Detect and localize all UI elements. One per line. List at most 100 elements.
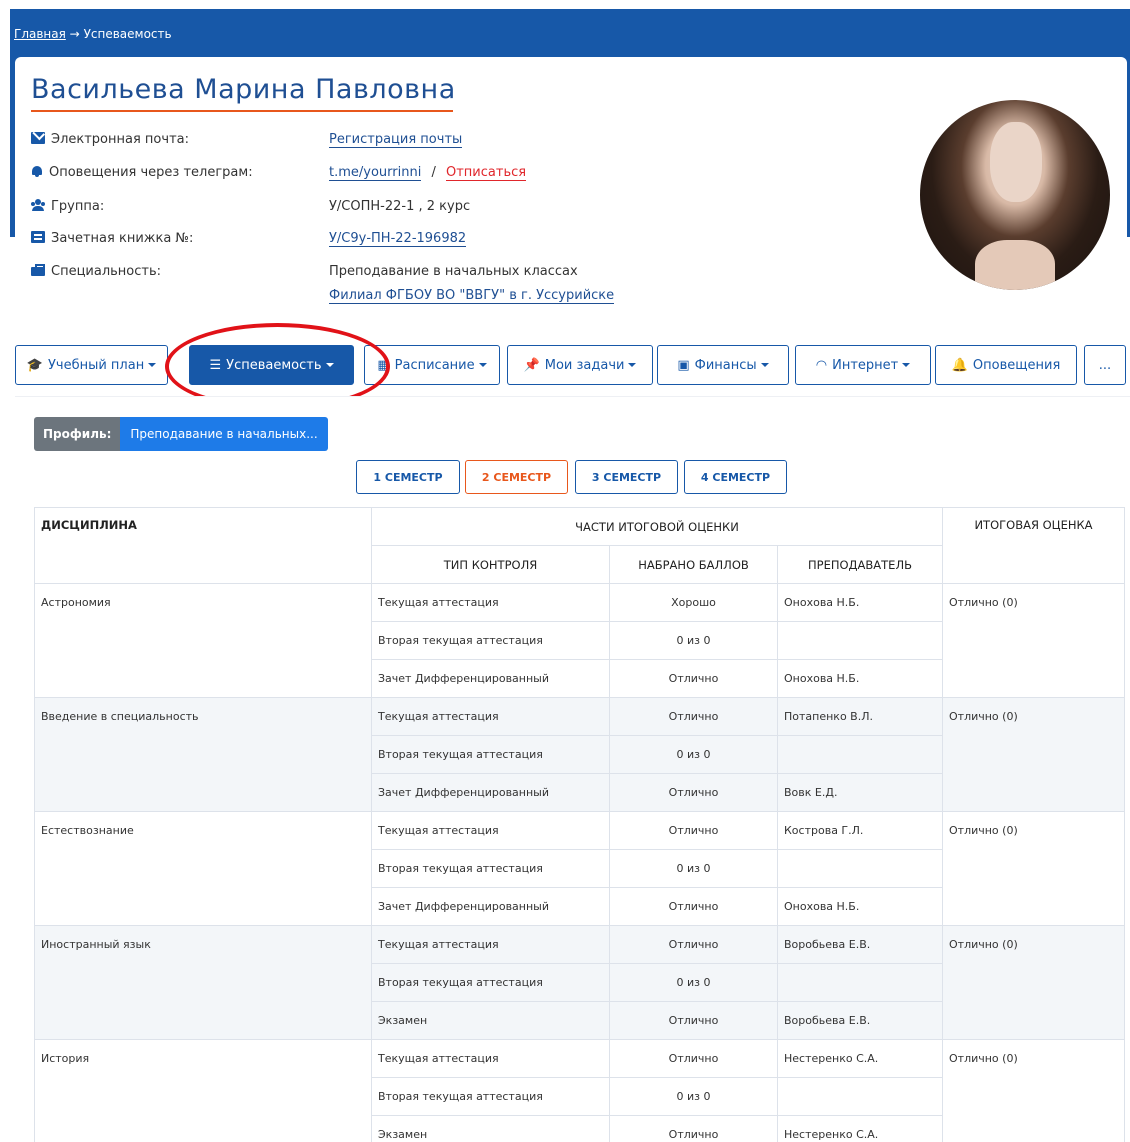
wifi-icon: ◠: [815, 357, 828, 373]
tab-label: Мои задачи: [544, 357, 625, 373]
list-check-icon: ☰: [209, 357, 222, 373]
score: Отлично: [609, 811, 778, 850]
tab-study-plan[interactable]: 🎓 Учебный план: [15, 345, 168, 385]
caret-down-icon: [760, 363, 769, 367]
record-book-link[interactable]: У/С9у-ПН-22-196982: [329, 231, 467, 247]
table-row: Астрономия Текущая аттестация Хорошо Оно…: [34, 583, 1125, 698]
teacher: [777, 621, 943, 660]
breadcrumb-arrow: →: [69, 27, 80, 41]
tab-label: Расписание: [394, 357, 475, 373]
final-grade: Отлично (0): [942, 1039, 1125, 1142]
semester-2-button[interactable]: 2 СЕМЕСТР: [465, 460, 568, 494]
breadcrumb-current: Успеваемость: [83, 27, 172, 41]
breadcrumb-home-link[interactable]: Главная: [14, 27, 66, 41]
header-teacher: ПРЕПОДАВАТЕЛЬ: [777, 545, 943, 584]
record-book-label: Зачетная книжка №:: [51, 231, 194, 246]
caret-down-icon: [628, 363, 637, 367]
teacher: Кострова Г.Л.: [777, 811, 943, 850]
semester-3-button[interactable]: 3 СЕМЕСТР: [575, 460, 678, 494]
discipline-name: Введение в специальность: [34, 697, 372, 812]
profile-selector[interactable]: Профиль: Преподавание в начальных...: [34, 417, 328, 451]
teacher: [777, 963, 943, 1002]
specialty-label: Специальность:: [51, 264, 162, 279]
teacher: [777, 735, 943, 774]
control-type: Текущая аттестация: [371, 583, 610, 622]
teacher: Воробьева Е.В.: [777, 925, 943, 964]
breadcrumb: Главная → Успеваемость: [14, 27, 172, 41]
register-email-link[interactable]: Регистрация почты: [329, 132, 463, 148]
tab-notifications[interactable]: 🔔 Оповещения: [935, 345, 1077, 385]
header-score: НАБРАНО БАЛЛОВ: [609, 545, 778, 584]
performance-panel: Профиль: Преподавание в начальных... 1 С…: [15, 396, 1130, 1142]
student-avatar: [920, 100, 1110, 290]
score: 0 из 0: [609, 849, 778, 888]
teacher: Вовк Е.Д.: [777, 773, 943, 812]
final-grade: Отлично (0): [942, 583, 1125, 698]
discipline-name: История: [34, 1039, 372, 1142]
header-final-grade: ИТОГОВАЯ ОЦЕНКА: [942, 507, 1125, 584]
table-row: Иностранный язык Текущая аттестация Отли…: [34, 925, 1125, 1040]
score: 0 из 0: [609, 621, 778, 660]
discipline-name: Иностранный язык: [34, 925, 372, 1040]
control-type: Вторая текущая аттестация: [371, 1077, 610, 1116]
control-type: Зачет Дифференцированный: [371, 773, 610, 812]
control-type: Вторая текущая аттестация: [371, 963, 610, 1002]
tab-performance[interactable]: ☰ Успеваемость: [189, 345, 354, 385]
telegram-value: t.me/yourrinni / Отписаться: [329, 165, 527, 181]
teacher: [777, 849, 943, 888]
control-type: Экзамен: [371, 1115, 610, 1142]
final-grade: Отлично (0): [942, 925, 1125, 1040]
name-underline: [31, 110, 453, 112]
telegram-link[interactable]: t.me/yourrinni: [329, 165, 422, 181]
envelope-icon: [31, 132, 45, 144]
tab-more[interactable]: ...: [1084, 345, 1126, 385]
caret-down-icon: [902, 363, 911, 367]
tab-label: Учебный план: [47, 357, 145, 373]
teacher: Онохова Н.Б.: [777, 887, 943, 926]
semester-4-button[interactable]: 4 СЕМЕСТР: [684, 460, 787, 494]
teacher: [777, 1077, 943, 1116]
control-type: Зачет Дифференцированный: [371, 887, 610, 926]
telegram-label-row: Оповещения через телеграм:: [31, 165, 253, 180]
discipline-name: Астрономия: [34, 583, 372, 698]
branch-value: Филиал ФГБОУ ВО "ВВГУ" в г. Уссурийске: [329, 288, 615, 304]
email-label-row: Электронная почта:: [31, 132, 189, 147]
tab-internet[interactable]: ◠ Интернет: [795, 345, 931, 385]
final-grade: Отлично (0): [942, 811, 1125, 926]
table-row: История Текущая аттестация Отлично Несте…: [34, 1039, 1125, 1142]
bell-icon: [31, 165, 43, 177]
branch-link[interactable]: Филиал ФГБОУ ВО "ВВГУ" в г. Уссурийске: [329, 288, 615, 304]
tab-my-tasks[interactable]: 📌 Мои задачи: [507, 345, 653, 385]
tab-finance[interactable]: ▣ Финансы: [657, 345, 789, 385]
group-label-row: Группа:: [31, 199, 104, 214]
semester-1-button[interactable]: 1 СЕМЕСТР: [356, 460, 460, 494]
teacher: Нестеренко С.А.: [777, 1039, 943, 1078]
pin-icon: 📌: [523, 357, 540, 373]
control-type: Текущая аттестация: [371, 925, 610, 964]
caret-down-icon: [478, 363, 487, 367]
telegram-separator: /: [431, 165, 436, 180]
control-type: Экзамен: [371, 1001, 610, 1040]
book-icon: [31, 231, 45, 243]
specialty-label-row: Специальность:: [31, 264, 161, 279]
tab-label: Интернет: [832, 357, 899, 373]
money-icon: ▣: [677, 357, 690, 373]
calendar-icon: ▦: [377, 357, 390, 373]
header-discipline: ДИСЦИПЛИНА: [34, 507, 372, 584]
record-book-label-row: Зачетная книжка №:: [31, 231, 193, 246]
graduation-cap-icon: 🎓: [26, 357, 43, 373]
specialty-value: Преподавание в начальных классах: [329, 264, 578, 279]
tab-label: Оповещения: [972, 357, 1061, 373]
table-row: Естествознание Текущая аттестация Отличн…: [34, 811, 1125, 926]
control-type: Вторая текущая аттестация: [371, 735, 610, 774]
tab-schedule[interactable]: ▦ Расписание: [364, 345, 500, 385]
control-type: Текущая аттестация: [371, 697, 610, 736]
caret-down-icon: [148, 363, 157, 367]
unsubscribe-link[interactable]: Отписаться: [446, 165, 527, 181]
profile-value[interactable]: Преподавание в начальных...: [120, 417, 328, 451]
profile-label: Профиль:: [34, 417, 121, 451]
score: 0 из 0: [609, 1077, 778, 1116]
teacher: Воробьева Е.В.: [777, 1001, 943, 1040]
score: Отлично: [609, 925, 778, 964]
table-row: Введение в специальность Текущая аттеста…: [34, 697, 1125, 812]
